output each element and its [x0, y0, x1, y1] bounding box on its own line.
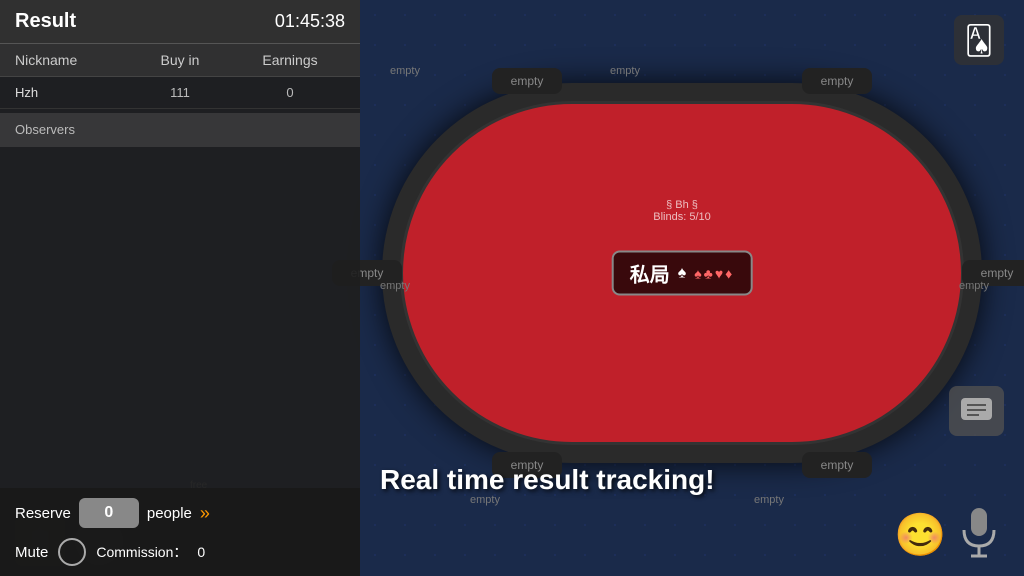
player-nickname: Hzh — [15, 85, 125, 100]
people-label: people — [147, 505, 192, 522]
commission-value: 0 — [197, 544, 205, 560]
mute-row: Mute Commission： 0 — [15, 538, 345, 566]
chat-icon — [959, 396, 994, 426]
bottom-controls: Reserve people » Mute Commission： 0 — [0, 488, 360, 576]
reserve-row: Reserve people » — [15, 498, 345, 528]
emoji-icon: 😊 — [894, 511, 946, 558]
col-earnings: Earnings — [235, 52, 345, 68]
main-text: Real time result tracking! — [380, 464, 904, 496]
table-container: § Bh § Blinds: 5/10 私局 ♠ ♠♣♥♦ empty empt… — [360, 30, 1004, 516]
edge-right: empty — [959, 280, 989, 292]
emoji-button[interactable]: 😊 — [894, 511, 944, 561]
chat-button[interactable] — [949, 386, 1004, 436]
player-buyin: 111 — [125, 85, 235, 100]
card-icon-button[interactable]: 🂡 — [954, 15, 1004, 65]
logo-spade: ♠ — [678, 264, 687, 282]
mic-icon — [959, 506, 999, 561]
commission-label: Commission： — [96, 542, 187, 562]
card-icon: 🂡 — [965, 24, 994, 57]
col-buyin: Buy in — [125, 52, 235, 68]
mute-label: Mute — [15, 544, 48, 561]
table-logo: 私局 ♠ ♠♣♥♦ — [612, 251, 753, 296]
seat-top-right[interactable]: empty — [802, 68, 872, 94]
table-row: Hzh 111 0 — [0, 77, 360, 109]
mute-toggle[interactable] — [58, 538, 86, 566]
logo-chinese: 私局 — [630, 259, 670, 288]
player-earnings: 0 — [235, 85, 345, 100]
observers-label: Observers — [15, 122, 75, 137]
reserve-label: Reserve — [15, 505, 71, 522]
observers-section: Observers — [0, 113, 360, 147]
result-header: Result 01:45:38 — [0, 0, 360, 44]
seat-top-left-label: empty — [511, 74, 544, 88]
edge-top-right: empty — [610, 65, 640, 77]
blinds-info: § Bh § Blinds: 5/10 — [653, 199, 710, 223]
blind-name: § Bh § — [653, 199, 710, 211]
mic-button[interactable] — [959, 506, 1009, 566]
reserve-input[interactable] — [79, 498, 139, 528]
result-panel: Result 01:45:38 Nickname Buy in Earnings… — [0, 0, 360, 576]
seat-right-label: empty — [981, 266, 1014, 280]
result-timer: 01:45:38 — [275, 11, 345, 32]
seat-top-right-label: empty — [821, 74, 854, 88]
seat-top-left[interactable]: empty — [492, 68, 562, 94]
edge-top-left: empty — [390, 65, 420, 77]
table-wrapper: § Bh § Blinds: 5/10 私局 ♠ ♠♣♥♦ empty empt… — [382, 83, 982, 463]
logo-suits: ♠♣♥♦ — [694, 265, 734, 281]
edge-mid-left: empty — [380, 280, 410, 292]
col-nickname: Nickname — [15, 52, 125, 68]
arrows-icon[interactable]: » — [200, 503, 210, 524]
table-felt: § Bh § Blinds: 5/10 私局 ♠ ♠♣♥♦ — [400, 101, 964, 445]
result-title: Result — [15, 10, 76, 33]
blinds-value: Blinds: 5/10 — [653, 211, 710, 223]
result-table-header: Nickname Buy in Earnings — [0, 44, 360, 77]
